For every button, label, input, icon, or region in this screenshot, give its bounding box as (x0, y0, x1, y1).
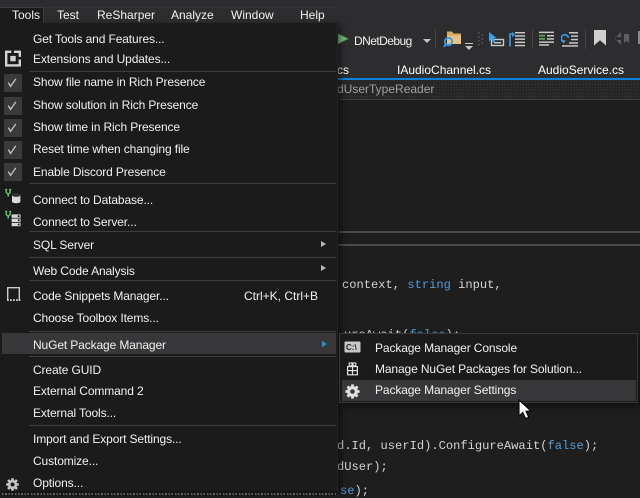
svg-text:C:\: C:\ (346, 343, 357, 352)
